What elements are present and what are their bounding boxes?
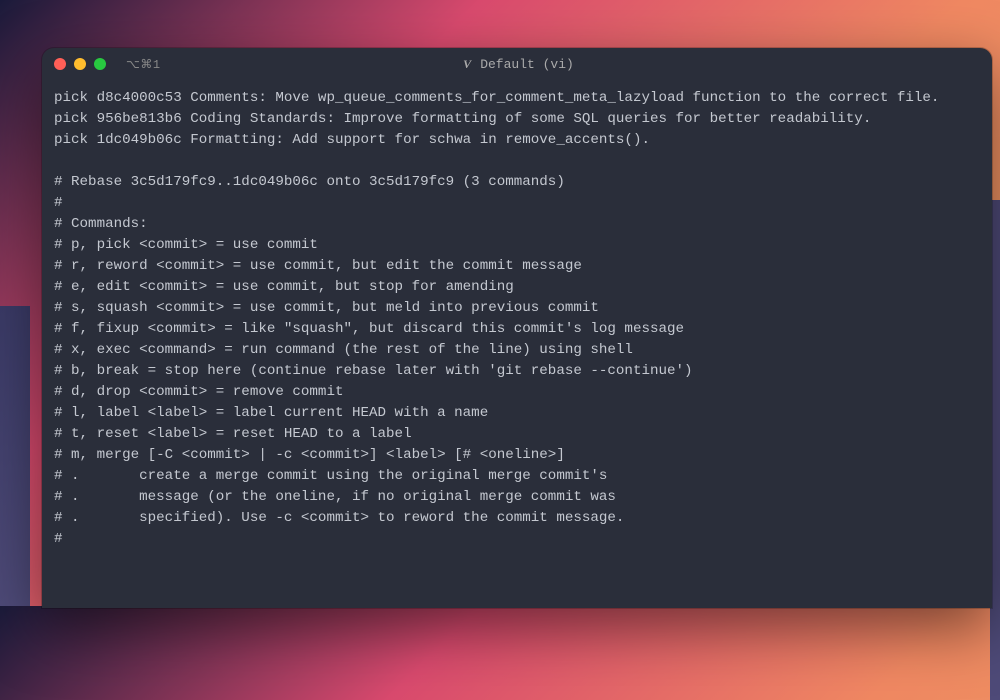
editor-line: # t, reset <label> = reset HEAD to a lab… [54, 424, 980, 445]
window-title-center: V Default (vi) [460, 57, 574, 72]
editor-line: # x, exec <command> = run command (the r… [54, 340, 980, 361]
editor-content[interactable]: pick d8c4000c53 Comments: Move wp_queue_… [42, 80, 992, 608]
editor-line: # Rebase 3c5d179fc9..1dc049b06c onto 3c5… [54, 172, 980, 193]
desktop-background-left [0, 306, 30, 606]
editor-line: # . message (or the oneline, if no origi… [54, 487, 980, 508]
editor-line: # . specified). Use -c <commit> to rewor… [54, 508, 980, 529]
editor-line: # r, reword <commit> = use commit, but e… [54, 256, 980, 277]
editor-line: # Commands: [54, 214, 980, 235]
editor-line [54, 151, 980, 172]
editor-line: # m, merge [-C <commit> | -c <commit>] <… [54, 445, 980, 466]
editor-line: pick d8c4000c53 Comments: Move wp_queue_… [54, 88, 980, 109]
maximize-button[interactable] [94, 58, 106, 70]
editor-line: # [54, 193, 980, 214]
tab-indicator: ⌥⌘1 [126, 57, 161, 72]
window-titlebar[interactable]: ⌥⌘1 V Default (vi) [42, 48, 992, 80]
editor-line: # b, break = stop here (continue rebase … [54, 361, 980, 382]
editor-line: pick 1dc049b06c Formatting: Add support … [54, 130, 980, 151]
traffic-lights [54, 58, 106, 70]
terminal-window: ⌥⌘1 V Default (vi) pick d8c4000c53 Comme… [42, 48, 992, 608]
minimize-button[interactable] [74, 58, 86, 70]
editor-line: # e, edit <commit> = use commit, but sto… [54, 277, 980, 298]
editor-line: # f, fixup <commit> = like "squash", but… [54, 319, 980, 340]
editor-line: # d, drop <commit> = remove commit [54, 382, 980, 403]
vim-icon: V [460, 57, 474, 71]
editor-line: # . create a merge commit using the orig… [54, 466, 980, 487]
editor-line: # [54, 529, 980, 550]
close-button[interactable] [54, 58, 66, 70]
editor-line: # p, pick <commit> = use commit [54, 235, 980, 256]
editor-line: pick 956be813b6 Coding Standards: Improv… [54, 109, 980, 130]
window-title: Default (vi) [480, 57, 574, 72]
editor-line: # l, label <label> = label current HEAD … [54, 403, 980, 424]
editor-line: # s, squash <commit> = use commit, but m… [54, 298, 980, 319]
